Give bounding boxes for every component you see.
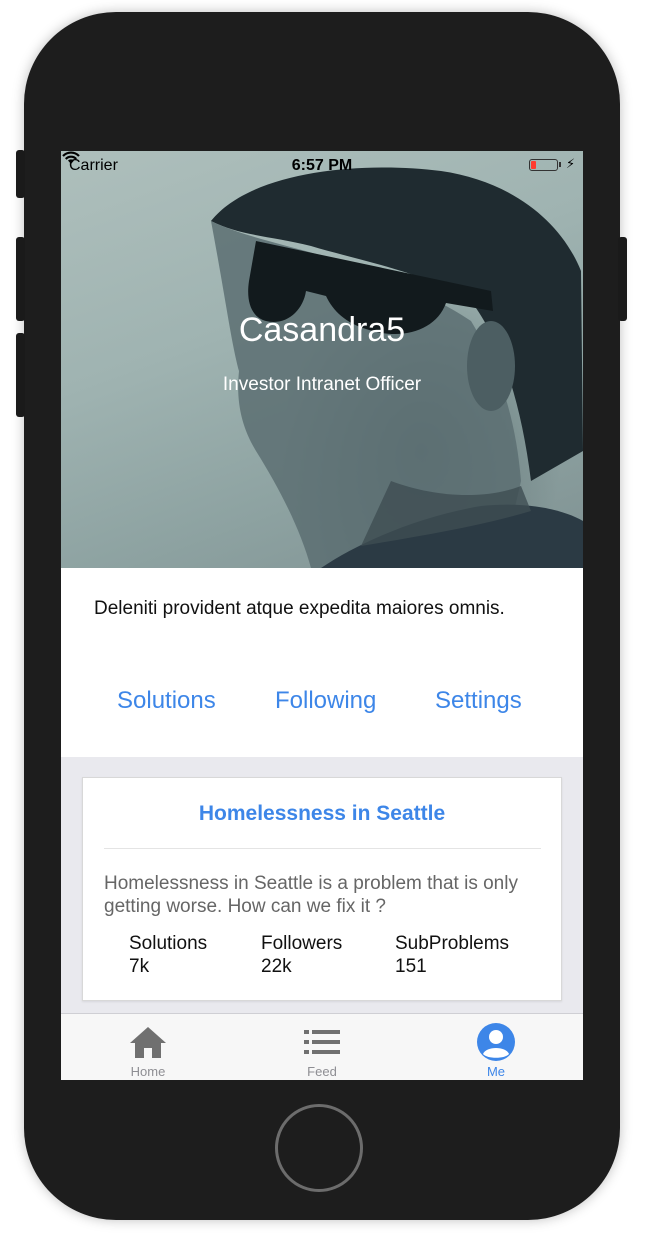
tab-settings[interactable]: Settings [435, 687, 522, 715]
stat-solutions: Solutions 7k [129, 932, 207, 978]
stat-followers: Followers 22k [261, 932, 342, 978]
profile-header-image: Carrier 6:57 PM ⚡ Casandra5 Investor Int… [61, 151, 583, 568]
tabbar-item-me[interactable]: Me [436, 1014, 556, 1080]
battery-icon [529, 159, 558, 171]
list-icon [304, 1030, 340, 1054]
profile-bio: Deleniti provident atque expedita maiore… [94, 598, 505, 619]
tabbar-label-home: Home [130, 1064, 166, 1079]
stat-value: 7k [129, 956, 150, 977]
tabbar-label-feed: Feed [307, 1064, 337, 1079]
stat-value: 22k [261, 956, 292, 977]
app-screen: Carrier 6:57 PM ⚡ Casandra5 Investor Int… [61, 151, 583, 1080]
stat-label: SubProblems [395, 933, 510, 954]
tab-bar: Home Feed Me [61, 1013, 583, 1080]
problem-description: Homelessness in Seattle is a problem tha… [104, 873, 518, 917]
tabbar-item-feed[interactable]: Feed [262, 1014, 382, 1080]
battery-cap [559, 162, 561, 167]
tabbar-item-home[interactable]: Home [88, 1014, 208, 1080]
home-icon [130, 1027, 166, 1058]
profile-title: Investor Intranet Officer [222, 374, 422, 395]
stat-label: Followers [261, 933, 343, 954]
user-circle-icon [477, 1023, 515, 1061]
mute-switch [16, 150, 25, 198]
profile-photo [211, 167, 583, 568]
profile-tabs: Solutions Following Settings [61, 687, 583, 719]
status-bar: Carrier 6:57 PM ⚡ [61, 151, 583, 179]
problem-feed: Homelessness in Seattle Homelessness in … [61, 757, 583, 1013]
problem-title[interactable]: Homelessness in Seattle [83, 802, 561, 826]
tab-solutions[interactable]: Solutions [117, 687, 216, 715]
tabbar-label-me: Me [486, 1064, 506, 1079]
stat-value: 151 [395, 956, 427, 977]
status-time: 6:57 PM [291, 157, 353, 174]
power-button [618, 237, 627, 321]
volume-up-button [16, 237, 25, 321]
stat-subproblems: SubProblems 151 [395, 932, 509, 978]
tab-following[interactable]: Following [275, 687, 376, 715]
charging-bolt-icon: ⚡ [566, 156, 576, 171]
stat-label: Solutions [129, 933, 208, 954]
home-button[interactable] [275, 1104, 363, 1192]
volume-down-button [16, 333, 25, 417]
battery-level [531, 161, 536, 169]
problem-card[interactable]: Homelessness in Seattle Homelessness in … [82, 777, 562, 1001]
card-divider [104, 848, 541, 849]
profile-name: Casandra5 [238, 311, 406, 349]
